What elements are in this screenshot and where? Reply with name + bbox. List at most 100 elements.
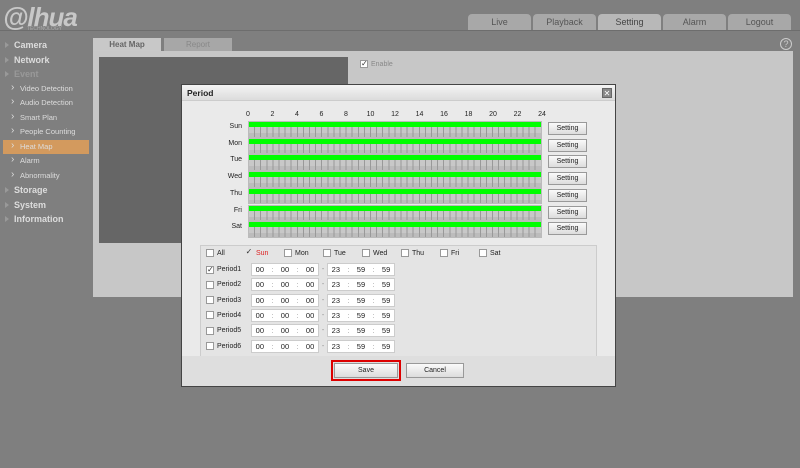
sidebar-video-detection[interactable]: Video Detection [0, 81, 92, 97]
period-checkbox[interactable]: Period6 [206, 342, 251, 350]
start-time-input[interactable]: 00:00:00 [251, 263, 319, 276]
sidebar-people-counting[interactable]: People Counting [0, 124, 92, 140]
close-icon[interactable]: ✕ [602, 88, 612, 98]
schedule-bar[interactable] [248, 204, 542, 222]
sidebar-storage[interactable]: Storage [0, 183, 92, 198]
hour[interactable]: 00 [256, 280, 264, 289]
hour[interactable]: 23 [332, 280, 340, 289]
sidebar-smart-plan[interactable]: Smart Plan [0, 110, 92, 126]
start-time-input[interactable]: 00:00:00 [251, 293, 319, 307]
cancel-button[interactable]: Cancel [406, 363, 464, 378]
sidebar-network[interactable]: Network [0, 53, 92, 68]
schedule-bar[interactable] [248, 137, 542, 155]
checkbox[interactable] [206, 342, 214, 350]
second[interactable]: 59 [382, 280, 390, 289]
start-time-input[interactable]: 00:00:00 [251, 278, 319, 292]
setting-button[interactable]: Setting [548, 138, 587, 152]
hour[interactable]: 00 [256, 326, 264, 335]
checkbox[interactable] [401, 249, 409, 257]
sidebar-information[interactable]: Information [0, 212, 92, 227]
second[interactable]: 00 [306, 326, 314, 335]
setting-button[interactable]: Setting [548, 172, 587, 186]
sidebar-alarm[interactable]: Alarm [0, 153, 92, 169]
nav-logout[interactable]: Logout [728, 14, 791, 30]
setting-button[interactable]: Setting [548, 155, 587, 169]
second[interactable]: 59 [382, 265, 390, 274]
second[interactable]: 59 [382, 326, 390, 335]
second[interactable]: 00 [306, 265, 314, 274]
hour[interactable]: 00 [256, 311, 264, 320]
end-time-input[interactable]: 23:59:59 [327, 278, 395, 292]
checkbox[interactable] [206, 311, 214, 320]
second[interactable]: 00 [306, 296, 314, 305]
setting-button[interactable]: Setting [548, 122, 587, 135]
minute[interactable]: 00 [281, 311, 289, 320]
nav-setting[interactable]: Setting [598, 14, 661, 30]
day-checkbox[interactable]: Wed [362, 249, 401, 257]
enable-checkbox[interactable]: ✓ [360, 60, 368, 68]
sidebar-system[interactable]: System [0, 198, 92, 213]
period-checkbox[interactable]: ✓ Period1 [206, 265, 251, 274]
setting-button[interactable]: Setting [548, 205, 587, 219]
period-checkbox[interactable]: Period2 [206, 280, 251, 289]
tab-report[interactable]: Report [164, 38, 232, 51]
checkbox[interactable] [206, 280, 214, 289]
minute[interactable]: 00 [281, 326, 289, 335]
start-time-input[interactable]: 00:00:00 [251, 339, 319, 353]
minute[interactable]: 59 [357, 296, 365, 305]
period-checkbox[interactable]: Period4 [206, 311, 251, 320]
hour[interactable]: 23 [332, 296, 340, 305]
tab-heat-map[interactable]: Heat Map [93, 38, 161, 51]
enable-option[interactable]: ✓ Enable [360, 60, 393, 68]
second[interactable]: 59 [382, 296, 390, 305]
minute[interactable]: 00 [281, 342, 289, 351]
day-checkbox[interactable]: Thu [401, 249, 440, 257]
nav-live[interactable]: Live [468, 14, 531, 30]
minute[interactable]: 59 [357, 342, 365, 351]
checkbox[interactable] [206, 296, 214, 305]
second[interactable]: 00 [306, 280, 314, 289]
minute[interactable]: 59 [357, 311, 365, 320]
minute[interactable]: 00 [281, 296, 289, 305]
schedule-bar[interactable] [248, 171, 542, 188]
help-icon[interactable]: ? [780, 38, 792, 50]
minute[interactable]: 00 [281, 280, 289, 289]
sidebar-audio-detection[interactable]: Audio Detection [0, 95, 92, 111]
start-time-input[interactable]: 00:00:00 [251, 308, 319, 322]
schedule-bar[interactable] [248, 121, 542, 138]
end-time-input[interactable]: 23:59:59 [327, 293, 395, 307]
checkbox[interactable] [362, 249, 370, 257]
end-time-input[interactable]: 23:59:59 [327, 339, 395, 353]
day-checkbox[interactable]: Fri [440, 249, 479, 257]
checkbox[interactable] [323, 249, 331, 257]
second[interactable]: 00 [306, 311, 314, 320]
hour[interactable]: 23 [332, 326, 340, 335]
schedule-bar[interactable] [248, 221, 542, 238]
end-time-input[interactable]: 23:59:59 [327, 324, 395, 338]
setting-button[interactable]: Setting [548, 222, 587, 236]
schedule-bar[interactable] [248, 154, 542, 172]
sidebar-event[interactable]: Event [0, 67, 92, 82]
end-time-input[interactable]: 23:59:59 [327, 308, 395, 322]
end-time-input[interactable]: 23:59:59 [327, 263, 395, 276]
nav-playback[interactable]: Playback [533, 14, 596, 30]
minute[interactable]: 59 [357, 265, 365, 274]
save-button[interactable]: Save [331, 360, 401, 381]
minute[interactable]: 00 [281, 265, 289, 274]
checkbox[interactable] [284, 249, 292, 257]
second[interactable]: 59 [382, 311, 390, 320]
sidebar-camera[interactable]: Camera [0, 38, 92, 53]
checkbox[interactable] [206, 326, 214, 335]
hour[interactable]: 00 [256, 342, 264, 351]
start-time-input[interactable]: 00:00:00 [251, 324, 319, 338]
day-checkbox[interactable]: All [206, 249, 245, 257]
minute[interactable]: 59 [357, 326, 365, 335]
hour[interactable]: 23 [332, 342, 340, 351]
second[interactable]: 00 [306, 342, 314, 351]
setting-button[interactable]: Setting [548, 188, 587, 202]
hour[interactable]: 00 [256, 265, 264, 274]
hour[interactable]: 23 [332, 311, 340, 320]
day-checkbox[interactable]: Sat [479, 249, 518, 257]
sidebar-heat-map[interactable]: Heat Map [3, 139, 89, 154]
day-checkbox[interactable]: Mon [284, 249, 323, 257]
